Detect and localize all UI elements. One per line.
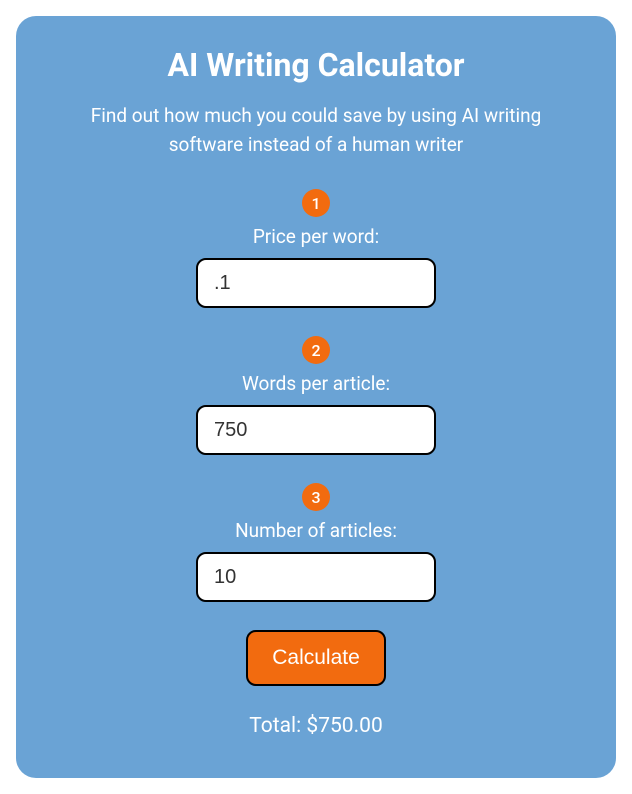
field-label-words: Words per article:	[242, 372, 390, 395]
step-badge: 1	[302, 189, 330, 217]
page-title: AI Writing Calculator	[56, 46, 576, 84]
field-label-price: Price per word:	[253, 225, 379, 248]
price-per-word-input[interactable]	[196, 258, 436, 308]
step-number-of-articles: 3 Number of articles:	[56, 483, 576, 602]
page-subtitle: Find out how much you could save by usin…	[56, 102, 576, 159]
step-badge: 2	[302, 336, 330, 364]
step-badge: 3	[302, 483, 330, 511]
field-label-articles: Number of articles:	[235, 519, 397, 542]
number-of-articles-input[interactable]	[196, 552, 436, 602]
calculator-card: AI Writing Calculator Find out how much …	[16, 16, 616, 778]
words-per-article-input[interactable]	[196, 405, 436, 455]
step-price-per-word: 1 Price per word:	[56, 189, 576, 308]
total-result: Total: $750.00	[56, 714, 576, 738]
step-words-per-article: 2 Words per article:	[56, 336, 576, 455]
calculate-button[interactable]: Calculate	[246, 630, 386, 686]
